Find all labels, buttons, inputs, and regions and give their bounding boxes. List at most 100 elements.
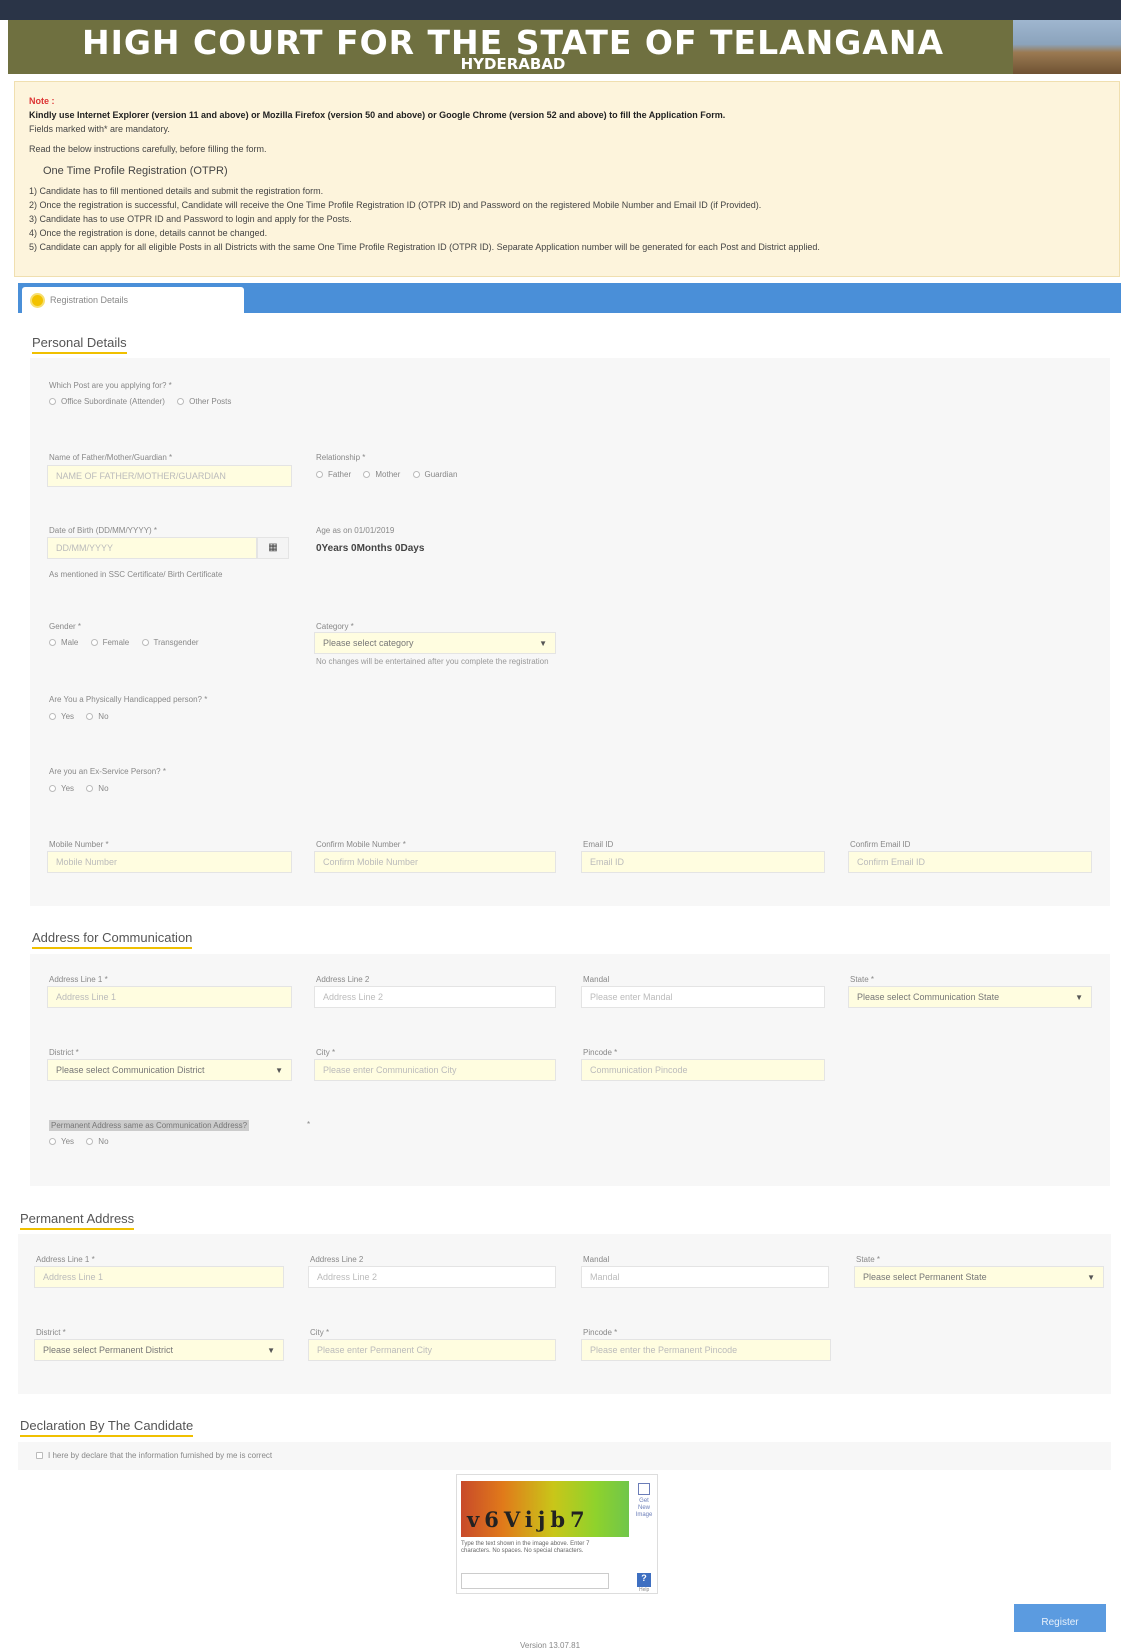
chevron-down-icon: ▼: [275, 1066, 283, 1075]
mobile-input[interactable]: Mobile Number: [47, 851, 292, 873]
captcha-widget: v6Vijb7 Get New Image Type the text show…: [456, 1474, 658, 1594]
perm-mandal-label: Mandal: [583, 1255, 610, 1264]
register-button[interactable]: Register: [1014, 1604, 1106, 1632]
confirm-email-input[interactable]: Confirm Email ID: [848, 851, 1092, 873]
dob-hint: As mentioned in SSC Certificate/ Birth C…: [49, 570, 223, 579]
category-select[interactable]: Please select category ▼: [314, 632, 556, 654]
perm-state-select[interactable]: Please select Permanent State ▼: [854, 1266, 1104, 1288]
chevron-down-icon: ▼: [1087, 1273, 1095, 1282]
guardian-name-input[interactable]: NAME OF FATHER/MOTHER/GUARDIAN: [47, 465, 292, 487]
comm-pincode-input[interactable]: Communication Pincode: [581, 1059, 825, 1081]
perm-mandal-input[interactable]: Mandal: [581, 1266, 829, 1288]
comm-line1-label: Address Line 1 *: [49, 975, 108, 984]
personal-details-title: Personal Details: [32, 335, 127, 354]
confirm-email-label: Confirm Email ID: [850, 840, 911, 849]
declaration-text: I here by declare that the information f…: [48, 1451, 273, 1460]
comm-state-select[interactable]: Please select Communication State ▼: [848, 986, 1092, 1008]
ph-radio-group: Yes No: [49, 712, 119, 721]
relationship-option-father[interactable]: Father: [316, 470, 351, 479]
top-bar: [0, 0, 1121, 20]
comm-district-select[interactable]: Please select Communication District ▼: [47, 1059, 292, 1081]
exs-label: Are you an Ex-Service Person? *: [49, 767, 166, 776]
confirm-mobile-label: Confirm Mobile Number *: [316, 840, 406, 849]
post-option-other-posts[interactable]: Other Posts: [177, 397, 231, 406]
declaration-row: I here by declare that the information f…: [36, 1451, 282, 1460]
instructions-note: Note : Kindly use Internet Explorer (ver…: [14, 81, 1120, 277]
perm-address-line2-input[interactable]: Address Line 2: [308, 1266, 556, 1288]
same-address-required: *: [307, 1120, 311, 1129]
instruction-item: 1) Candidate has to fill mentioned detai…: [29, 186, 324, 196]
permanent-address-title: Permanent Address: [20, 1211, 135, 1230]
refresh-icon: [638, 1483, 650, 1495]
permanent-address-panel: [18, 1234, 1111, 1394]
comm-address-line1-input[interactable]: Address Line 1: [47, 986, 292, 1008]
exs-option-yes[interactable]: Yes: [49, 784, 74, 793]
confirm-mobile-input[interactable]: Confirm Mobile Number: [314, 851, 556, 873]
note-heading: Note :: [29, 96, 55, 106]
comm-mandal-label: Mandal: [583, 975, 610, 984]
relationship-option-mother[interactable]: Mother: [363, 470, 400, 479]
exs-radio-group: Yes No: [49, 784, 119, 793]
dob-input[interactable]: DD/MM/YYYY: [47, 537, 257, 559]
mandatory-notice: Fields marked with* are mandatory.: [29, 124, 170, 134]
age-label: Age as on 01/01/2019: [316, 526, 395, 535]
captcha-input[interactable]: [461, 1573, 609, 1589]
declaration-title: Declaration By The Candidate: [20, 1418, 194, 1437]
tab-label: Registration Details: [50, 295, 129, 305]
email-input[interactable]: Email ID: [581, 851, 825, 873]
ph-option-yes[interactable]: Yes: [49, 712, 74, 721]
age-value: 0Years 0Months 0Days: [316, 543, 425, 554]
gender-option-female[interactable]: Female: [90, 638, 129, 647]
comm-mandal-input[interactable]: Please enter Mandal: [581, 986, 825, 1008]
comm-city-label: City *: [316, 1048, 336, 1057]
comm-address-line2-input[interactable]: Address Line 2: [314, 986, 556, 1008]
gender-label: Gender *: [49, 622, 82, 631]
otpr-title: One Time Profile Registration (OTPR): [43, 165, 228, 177]
chevron-down-icon: ▼: [1075, 993, 1083, 1002]
captcha-help-caption: Help: [639, 1587, 650, 1593]
exs-option-no[interactable]: No: [86, 784, 109, 793]
declaration-checkbox[interactable]: I here by declare that the information f…: [36, 1451, 272, 1460]
perm-city-input[interactable]: Please enter Permanent City: [308, 1339, 556, 1361]
calendar-icon[interactable]: ▦: [257, 537, 289, 559]
captcha-refresh-button[interactable]: Get New Image: [633, 1483, 655, 1519]
post-option-office-subordinate[interactable]: Office Subordinate (Attender): [49, 397, 165, 406]
instruction-item: 4) Once the registration is done, detail…: [29, 228, 268, 238]
perm-line1-label: Address Line 1 *: [36, 1255, 95, 1264]
tab-registration-details[interactable]: Registration Details: [22, 287, 244, 313]
captcha-instructions: Type the text shown in the image above. …: [461, 1541, 590, 1554]
relationship-label: Relationship *: [316, 453, 366, 462]
comm-line2-label: Address Line 2: [316, 975, 370, 984]
comm-pincode-label: Pincode *: [583, 1048, 618, 1057]
relationship-option-guardian[interactable]: Guardian: [412, 470, 457, 479]
captcha-image: v6Vijb7: [461, 1481, 629, 1537]
perm-district-select[interactable]: Please select Permanent District ▼: [34, 1339, 284, 1361]
post-question-label: Which Post are you applying for? *: [49, 381, 172, 390]
comm-district-label: District *: [49, 1048, 79, 1057]
high-court-building-image: [1013, 20, 1121, 74]
relationship-radio-group: Father Mother Guardian: [316, 470, 467, 479]
gender-option-transgender[interactable]: Transgender: [141, 638, 199, 647]
perm-address-line1-input[interactable]: Address Line 1: [34, 1266, 284, 1288]
tab-bar: Registration Details: [18, 283, 1121, 313]
gender-option-male[interactable]: Male: [49, 638, 78, 647]
comm-city-input[interactable]: Please enter Communication City: [314, 1059, 556, 1081]
perm-pincode-label: Pincode *: [583, 1328, 618, 1337]
same-address-radio-group: Yes No: [49, 1137, 119, 1146]
ph-label: Are You a Physically Handicapped person?…: [49, 695, 208, 704]
perm-line2-label: Address Line 2: [310, 1255, 364, 1264]
instruction-item: 2) Once the registration is successful, …: [29, 200, 762, 210]
personal-details-panel: [30, 358, 1110, 906]
communication-address-title: Address for Communication: [32, 930, 193, 949]
email-label: Email ID: [583, 840, 614, 849]
help-icon[interactable]: ?: [637, 1573, 651, 1587]
perm-state-label: State *: [856, 1255, 881, 1264]
same-address-option-yes[interactable]: Yes: [49, 1137, 74, 1146]
tab-status-icon: [30, 293, 45, 308]
ph-option-no[interactable]: No: [86, 712, 109, 721]
perm-pincode-input[interactable]: Please enter the Permanent Pincode: [581, 1339, 831, 1361]
instruction-item: 5) Candidate can apply for all eligible …: [29, 242, 820, 252]
header-banner: HIGH COURT FOR THE STATE OF TELANGANA HY…: [8, 20, 1121, 74]
same-address-option-no[interactable]: No: [86, 1137, 109, 1146]
dob-label: Date of Birth (DD/MM/YYYY) *: [49, 526, 158, 535]
